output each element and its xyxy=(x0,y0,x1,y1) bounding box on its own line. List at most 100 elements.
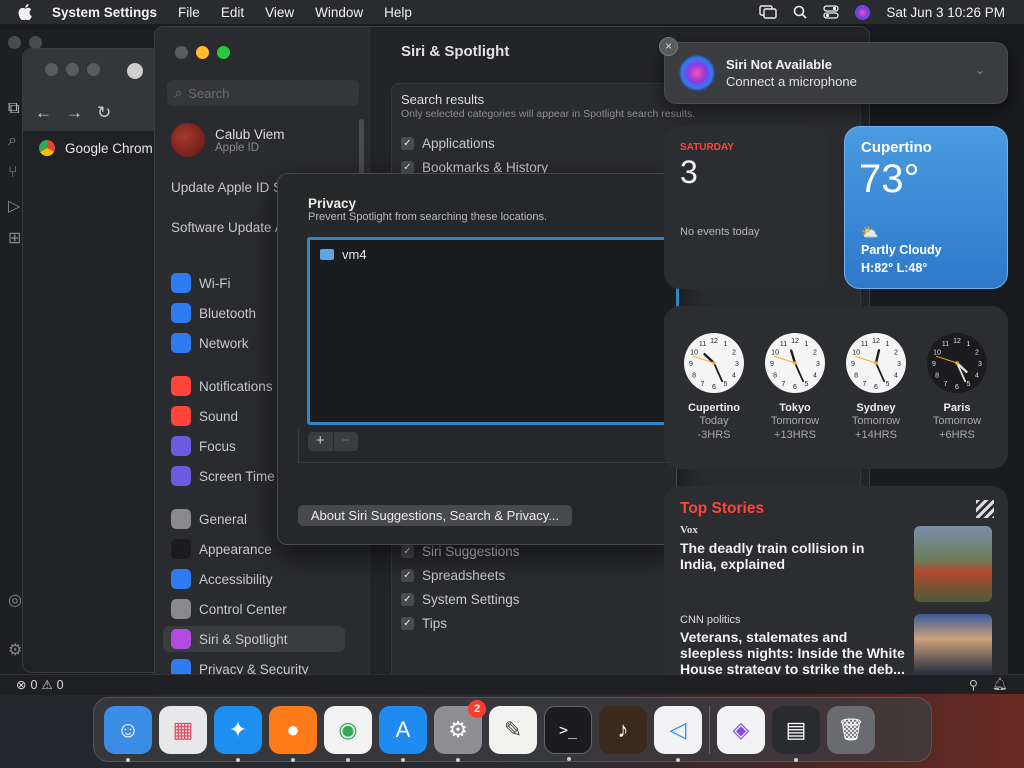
dock-firefox-icon[interactable]: ● xyxy=(269,705,317,762)
chrome-window-controls[interactable] xyxy=(45,63,100,76)
svg-text:5: 5 xyxy=(886,381,890,388)
running-indicator xyxy=(456,757,460,762)
svg-text:1: 1 xyxy=(805,341,809,348)
search-input[interactable] xyxy=(188,85,339,101)
story-source: Vox xyxy=(680,524,698,536)
clock-offset: +6HRS xyxy=(939,429,975,441)
checkmark-icon: ✓ xyxy=(401,545,414,558)
sound-icon xyxy=(171,406,191,426)
dock-terminal-icon[interactable]: >_ xyxy=(544,705,592,761)
clock-day: Tomorrow xyxy=(851,415,901,427)
dock-vscode-icon[interactable]: ◁ xyxy=(654,705,702,762)
menu-bar-clock[interactable]: Sat Jun 3 10:26 PM xyxy=(886,5,1005,20)
menu-file[interactable]: File xyxy=(178,5,200,20)
calendar-date: 3 xyxy=(680,154,698,190)
clock-city: Sydney xyxy=(856,402,896,414)
remove-location-button[interactable]: − xyxy=(332,432,359,451)
gear-icon[interactable]: ⚙ xyxy=(8,640,22,660)
notifications-icon xyxy=(171,376,191,396)
zoom-button[interactable] xyxy=(217,46,230,59)
bookmark-google-chrome[interactable]: Google Chrom xyxy=(65,141,153,156)
sidebar-item-siri-spotlight[interactable]: Siri & Spotlight xyxy=(163,626,345,652)
forward-icon[interactable]: → xyxy=(66,103,83,123)
dock-launchpad-icon[interactable]: ▦ xyxy=(159,705,207,754)
dock-finder-icon[interactable]: ☺ xyxy=(104,705,152,762)
close-button[interactable] xyxy=(175,46,188,59)
svg-text:4: 4 xyxy=(894,373,898,380)
category-checkbox[interactable]: ✓ Tips xyxy=(401,616,447,631)
feedback-icon[interactable]: ⚲ xyxy=(969,677,978,692)
svg-text:2: 2 xyxy=(732,350,736,357)
siri-menu-icon[interactable] xyxy=(855,4,871,20)
calendar-weekday: SATURDAY xyxy=(680,142,734,153)
search-results-title: Search results xyxy=(401,92,485,107)
svg-text:3: 3 xyxy=(735,361,739,368)
control-center-icon[interactable] xyxy=(823,5,840,19)
sidebar-item-label: Network xyxy=(199,335,249,351)
sidebar-item-accessibility[interactable]: Accessibility xyxy=(171,566,347,592)
sidebar-search[interactable]: ⌕ xyxy=(167,80,359,106)
apple-id-account[interactable]: Calub Viem Apple ID xyxy=(171,123,285,157)
weather-widget[interactable]: Cupertino 73° ⛅ Partly Cloudy H:82° L:48… xyxy=(844,126,1008,289)
list-item[interactable]: vm4 xyxy=(320,247,367,262)
apple-logo-icon[interactable] xyxy=(18,4,32,20)
category-checkbox[interactable]: ✓ Spreadsheets xyxy=(401,568,505,583)
svg-text:3: 3 xyxy=(978,361,982,368)
problems-indicator[interactable]: ⊗ 0 ⚠ 0 xyxy=(16,677,64,693)
add-location-button[interactable]: + xyxy=(308,432,333,451)
chrome-tab-icon[interactable] xyxy=(127,63,143,79)
wi-fi-icon xyxy=(171,273,191,293)
page-title: Siri & Spotlight xyxy=(401,43,510,60)
app-name-menu[interactable]: System Settings xyxy=(52,5,157,20)
clock-city: Paris xyxy=(943,402,971,414)
svg-text:12: 12 xyxy=(710,338,718,345)
account-icon[interactable]: ◎ xyxy=(8,590,22,610)
clock-day: Tomorrow xyxy=(770,415,820,427)
svg-text:4: 4 xyxy=(813,373,817,380)
excluded-locations-list[interactable]: vm4 xyxy=(307,237,679,425)
category-checkbox[interactable]: ✓ Siri Suggestions xyxy=(401,544,520,559)
world-clock-widget[interactable]: 1 2 3 4 5 6 7 8 9 10 11 12 Cupertino Today -3HRS 1 2 3 4 5 6… xyxy=(664,306,1008,469)
running-indicator xyxy=(401,757,405,762)
news-widget[interactable]: Top Stories Vox The deadly train collisi… xyxy=(664,486,1008,677)
screen-time-icon xyxy=(171,466,191,486)
about-privacy-button[interactable]: About Siri Suggestions, Search & Privacy… xyxy=(298,505,572,526)
reload-icon[interactable]: ↻ xyxy=(97,103,111,123)
menu-help[interactable]: Help xyxy=(384,5,412,20)
clock-city: Tokyo xyxy=(779,402,811,414)
menu-window[interactable]: Window xyxy=(315,5,363,20)
category-checkbox[interactable]: ✓ Applications xyxy=(401,136,495,151)
category-checkbox[interactable]: ✓ System Settings xyxy=(401,592,520,607)
dock-garageband-icon[interactable]: ♪ xyxy=(599,705,647,754)
network-icon xyxy=(171,333,191,353)
sidebar-item-control-center[interactable]: Control Center xyxy=(171,596,347,622)
svg-text:2: 2 xyxy=(975,350,979,357)
svg-text:9: 9 xyxy=(932,361,936,368)
calendar-widget[interactable]: SATURDAY 3 No events today xyxy=(664,126,828,289)
svg-text:5: 5 xyxy=(805,381,809,388)
chevron-down-icon[interactable]: ⌄ xyxy=(975,63,985,77)
dock-app-store-icon[interactable]: A xyxy=(379,705,427,762)
dock-safari-icon[interactable]: ✦ xyxy=(214,705,262,762)
dock-recent-window-icon[interactable]: ▤ xyxy=(772,705,820,762)
svg-text:7: 7 xyxy=(782,381,786,388)
bell-icon[interactable]: 🔔︎ xyxy=(992,677,1008,692)
minimize-button[interactable] xyxy=(196,46,209,59)
siri-notification[interactable]: Siri Not Available Connect a microphone … xyxy=(664,42,1008,104)
dock-visual-studio-icon[interactable]: ◈ xyxy=(717,705,765,754)
notification-close-button[interactable]: × xyxy=(659,37,678,56)
story-headline[interactable]: Veterans, stalemates and sleepless night… xyxy=(680,629,908,677)
back-icon[interactable]: ← xyxy=(35,103,52,123)
story-headline[interactable]: The deadly train collision in India, exp… xyxy=(680,540,900,572)
menu-view[interactable]: View xyxy=(265,5,294,20)
dock-system-settings-icon[interactable]: ⚙ 2 xyxy=(434,699,486,762)
svg-text:10: 10 xyxy=(690,350,698,357)
bluetooth-icon xyxy=(171,303,191,323)
dock-chrome-icon[interactable]: ◉ xyxy=(324,705,372,762)
spotlight-search-icon[interactable] xyxy=(793,5,807,19)
dock-textedit-icon[interactable]: ✎ xyxy=(489,705,537,754)
dock-trash-icon[interactable]: 🗑 xyxy=(827,705,875,754)
search-icon: ⌕ xyxy=(175,85,183,100)
menu-edit[interactable]: Edit xyxy=(221,5,244,20)
screen-mirroring-icon[interactable] xyxy=(759,5,778,19)
